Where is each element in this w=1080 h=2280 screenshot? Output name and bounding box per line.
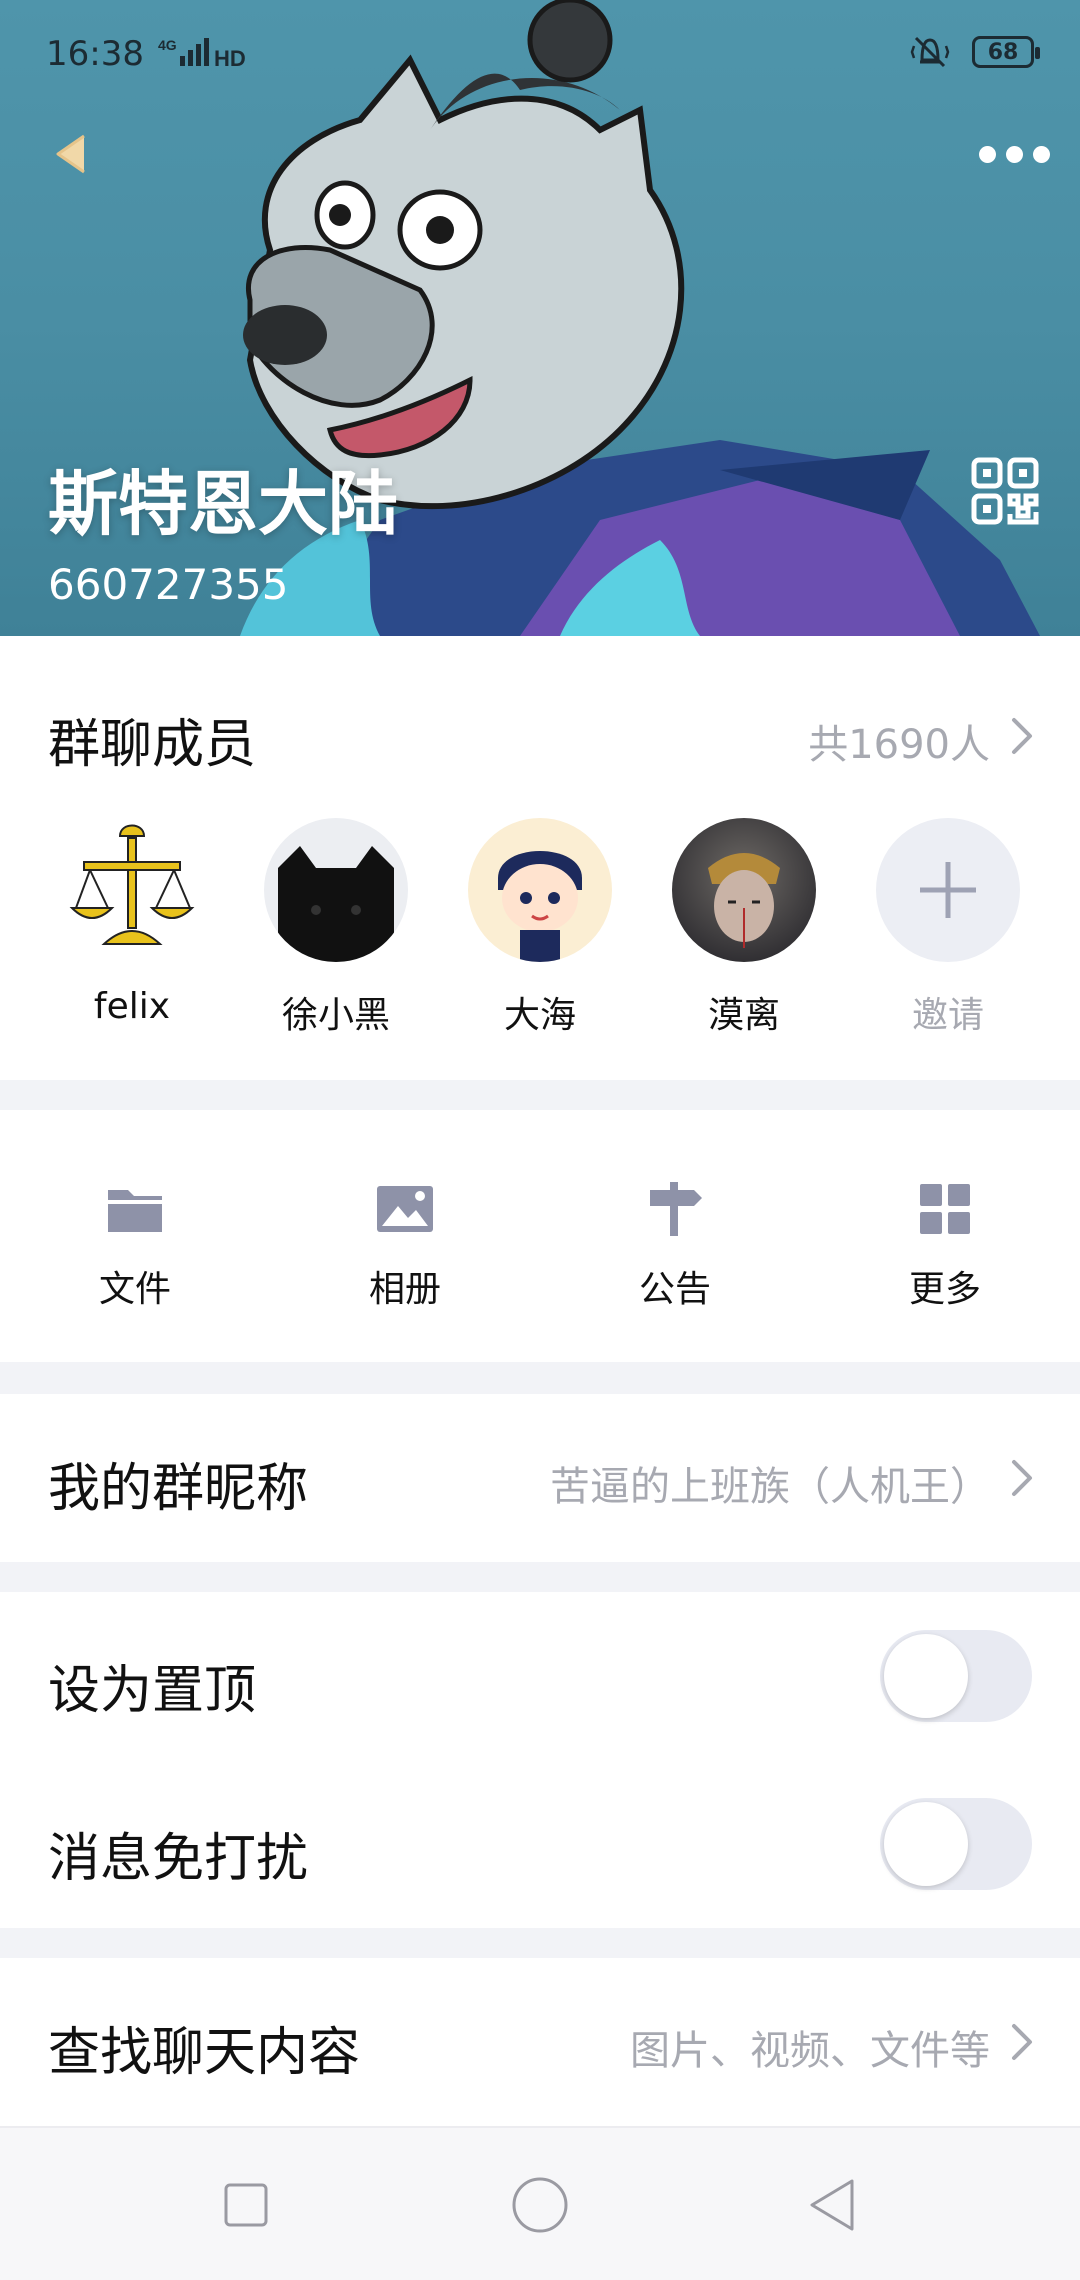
member-item[interactable]: 徐小黑	[251, 818, 421, 1038]
qr-code-icon[interactable]	[970, 456, 1040, 526]
member-item[interactable]: 漠离	[659, 818, 829, 1038]
vibrate-bell-icon	[910, 36, 950, 68]
tool-label: 相册	[368, 1269, 441, 1310]
member-item[interactable]: felix	[47, 818, 217, 1027]
group-name: 斯特恩大陆	[48, 463, 398, 545]
member-item[interactable]: 大海	[455, 818, 625, 1038]
more-dots-icon[interactable]	[974, 130, 1054, 178]
tool-album-button[interactable]: 相册	[315, 1180, 495, 1312]
dot	[1005, 145, 1023, 163]
tool-label: 文件	[98, 1269, 171, 1310]
status-bar: 16:38 4G HD 68	[0, 0, 1080, 110]
search-chat-content-row[interactable]: 查找聊天内容 图片、视频、文件等	[0, 1958, 1080, 2126]
folder-icon	[108, 1190, 162, 1232]
nickname-value: 苦逼的上班族（人机王）	[550, 1464, 990, 1510]
tool-label: 公告	[638, 1269, 711, 1310]
photo-icon	[377, 1186, 433, 1232]
chevron-right-icon	[1012, 2024, 1032, 2060]
group-id: 660727355	[48, 560, 289, 609]
status-time: 16:38	[46, 34, 144, 74]
svg-text:4G: 4G	[158, 37, 177, 53]
search-title: 查找聊天内容	[48, 2023, 361, 2083]
grid-icon	[920, 1184, 970, 1234]
tool-label: 更多	[908, 1269, 981, 1310]
member-avatar	[672, 818, 816, 962]
members-count[interactable]: 共1690人	[808, 712, 990, 770]
battery-level: 68	[987, 39, 1019, 65]
do-not-disturb-label: 消息免打扰	[48, 1829, 309, 1889]
tool-more-button[interactable]: 更多	[855, 1180, 1035, 1312]
svg-text:HD: HD	[214, 46, 246, 71]
group-header: 16:38 4G HD 68 斯特恩大陆 660727355	[0, 0, 1080, 636]
member-avatar	[60, 818, 204, 962]
home-icon[interactable]	[508, 2173, 572, 2237]
toggle-knob	[884, 1634, 968, 1718]
member-name: 徐小黑	[281, 995, 390, 1036]
back-arrow-icon[interactable]	[50, 130, 98, 178]
do-not-disturb-toggle[interactable]	[880, 1798, 1032, 1890]
my-group-nickname-row[interactable]: 我的群昵称 苦逼的上班族（人机王）	[0, 1394, 1080, 1562]
member-list: felix 徐小黑 大海 漠离 邀请	[0, 818, 1080, 1048]
pin-chat-label: 设为置顶	[48, 1661, 257, 1721]
toggle-knob	[884, 1802, 968, 1886]
signpost-icon	[650, 1182, 702, 1236]
nickname-title: 我的群昵称	[48, 1459, 309, 1519]
tools-section: 文件 相册 公告 更多	[0, 1110, 1080, 1362]
plus-icon	[876, 818, 1020, 962]
dot	[1032, 145, 1050, 163]
tool-notice-button[interactable]: 公告	[585, 1180, 765, 1312]
tool-files-button[interactable]: 文件	[45, 1180, 225, 1312]
chevron-right-icon[interactable]	[1010, 716, 1034, 756]
back-nav-icon[interactable]	[802, 2173, 866, 2237]
members-section: 群聊成员 共1690人 felix 徐小黑 大海 漠离 邀请	[0, 636, 1080, 1080]
recent-apps-icon[interactable]	[214, 2173, 278, 2237]
members-title: 群聊成员	[48, 715, 257, 775]
system-nav-bar	[0, 2126, 1080, 2280]
member-name: felix	[93, 986, 171, 1027]
toggles-section: 设为置顶 消息免打扰	[0, 1592, 1080, 1928]
member-name: 大海	[503, 995, 576, 1036]
member-avatar	[468, 818, 612, 962]
search-hint: 图片、视频、文件等	[630, 2028, 990, 2074]
dot	[978, 145, 996, 163]
pin-chat-row: 设为置顶	[0, 1592, 1080, 1760]
invite-label: 邀请	[911, 995, 984, 1036]
pin-chat-toggle[interactable]	[880, 1630, 1032, 1722]
chevron-right-icon	[1012, 1460, 1032, 1496]
member-name: 漠离	[707, 995, 780, 1036]
do-not-disturb-row: 消息免打扰	[0, 1760, 1080, 1928]
invite-member-button[interactable]: 邀请	[863, 818, 1033, 1038]
signal-icon: 4G HD	[158, 37, 246, 71]
member-avatar	[264, 818, 408, 962]
battery-indicator: 68	[972, 36, 1040, 68]
